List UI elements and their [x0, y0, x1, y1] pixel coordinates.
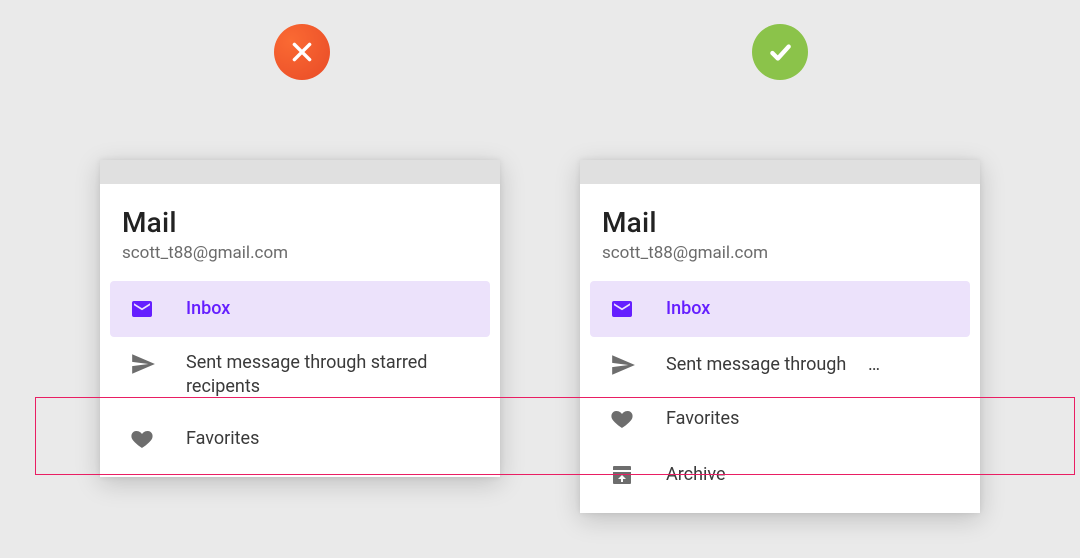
app-title: Mail	[602, 206, 958, 239]
nav-item-sent[interactable]: Sent message through …	[590, 337, 970, 393]
nav-item-sent[interactable]: Sent message through starred recipents	[110, 337, 490, 413]
nav-item-favorites[interactable]: Favorites	[590, 393, 970, 449]
nav-item-archive[interactable]: Archive	[590, 449, 970, 505]
ellipsis-icon: …	[860, 353, 882, 377]
account-email: scott_t88@gmail.com	[122, 243, 478, 263]
nav-list: Inbox Sent message through starred recip…	[100, 281, 500, 477]
nav-item-inbox[interactable]: Inbox	[110, 281, 490, 337]
nav-item-label: Inbox	[170, 297, 474, 321]
envelope-icon	[122, 297, 170, 321]
nav-list: Inbox Sent message through … Favorites A…	[580, 281, 980, 513]
nav-item-label: Sent message through starred recipents	[170, 351, 474, 399]
account-email: scott_t88@gmail.com	[602, 243, 958, 263]
check-icon	[767, 39, 793, 65]
nav-item-label: Sent message through	[650, 353, 860, 377]
mail-drawer-do: Mail scott_t88@gmail.com Inbox Sent mess…	[580, 160, 980, 513]
nav-item-favorites[interactable]: Favorites	[110, 413, 490, 469]
nav-item-label: Favorites	[650, 407, 954, 431]
send-icon	[122, 351, 170, 377]
drawer-header: Mail scott_t88@gmail.com	[580, 184, 980, 281]
dont-badge	[274, 24, 330, 80]
drawer-header: Mail scott_t88@gmail.com	[100, 184, 500, 281]
cross-icon	[289, 39, 315, 65]
status-bar	[580, 160, 980, 184]
status-bar	[100, 160, 500, 184]
heart-icon	[122, 427, 170, 451]
send-icon	[602, 352, 650, 378]
do-badge	[752, 24, 808, 80]
nav-item-label: Inbox	[650, 297, 954, 321]
nav-item-label: Archive	[650, 463, 954, 487]
heart-icon	[602, 407, 650, 431]
nav-item-label: Favorites	[170, 427, 474, 451]
envelope-icon	[602, 297, 650, 321]
mail-drawer-dont: Mail scott_t88@gmail.com Inbox Sent mess…	[100, 160, 500, 477]
nav-item-inbox[interactable]: Inbox	[590, 281, 970, 337]
archive-icon	[602, 463, 650, 487]
app-title: Mail	[122, 206, 478, 239]
